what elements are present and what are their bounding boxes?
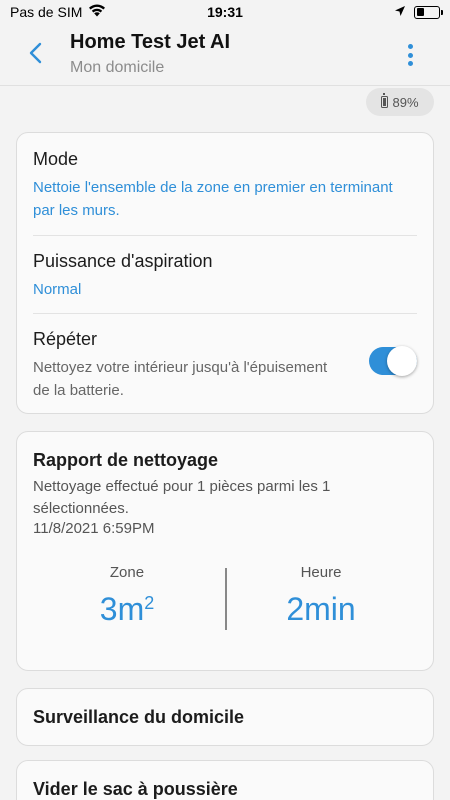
more-vertical-icon [407, 44, 413, 49]
mode-value: Nettoie l'ensemble de la zone en premier… [33, 179, 393, 219]
status-left: Pas de SIM [10, 4, 106, 20]
carrier-label: Pas de SIM [10, 4, 83, 20]
status-bar: Pas de SIM 19:31 [0, 0, 450, 24]
wifi-icon [88, 4, 106, 20]
suction-power-row[interactable]: Puissance d'aspiration Normal [33, 251, 417, 301]
time-value: 2min [286, 591, 356, 627]
battery-icon [414, 5, 443, 19]
divider [33, 313, 417, 314]
home-monitoring-card[interactable]: Surveillance du domicile [16, 688, 434, 746]
divider [33, 235, 417, 236]
repeat-row: Répéter Nettoyez votre intérieur jusqu'à… [33, 329, 417, 402]
stat-divider [225, 568, 227, 630]
time-stat: Heure 2min [231, 564, 411, 628]
cleaning-report-card[interactable]: Rapport de nettoyage Nettoyage effectué … [16, 431, 434, 671]
status-right [394, 4, 443, 20]
suction-power-label: Puissance d'aspiration [33, 251, 213, 271]
report-description: Nettoyage effectué pour 1 pièces parmi l… [33, 478, 331, 517]
home-monitoring-label: Surveillance du domicile [33, 706, 245, 727]
zone-value: 3m2 [99, 591, 155, 627]
empty-dust-bag-card[interactable]: Vider le sac à poussière [16, 760, 434, 800]
mode-label: Mode [33, 149, 79, 169]
repeat-label: Répéter [33, 329, 98, 349]
report-date: 11/8/2021 6:59PM [33, 520, 155, 537]
repeat-toggle[interactable] [369, 346, 417, 376]
page-title: Home Test Jet AI [70, 31, 231, 53]
battery-status-badge: 89% [366, 88, 434, 116]
mode-row[interactable]: Mode Nettoie l'ensemble de la zone en pr… [33, 149, 417, 222]
report-title: Rapport de nettoyage [33, 450, 219, 470]
zone-label: Zone [109, 564, 145, 581]
location-arrow-icon [394, 4, 406, 20]
suction-power-value: Normal [33, 281, 82, 298]
more-options-button[interactable] [398, 40, 422, 70]
empty-dust-bag-label: Vider le sac à poussière [33, 779, 238, 799]
settings-card: Mode Nettoie l'ensemble de la zone en pr… [16, 132, 434, 414]
battery-percent: 89% [392, 94, 419, 110]
battery-icon [381, 93, 389, 108]
time-label: Heure [300, 564, 342, 581]
app-header: Home Test Jet AI Mon domicile [0, 24, 450, 86]
zone-unit-sup: 2 [144, 593, 155, 613]
toggle-knob [387, 346, 417, 376]
chevron-left-icon [29, 42, 42, 64]
repeat-description: Nettoyez votre intérieur jusqu'à l'épuis… [33, 359, 328, 399]
back-button[interactable] [22, 38, 50, 68]
page-subtitle: Mon domicile [70, 59, 165, 76]
zone-stat: Zone 3m2 [37, 564, 217, 628]
